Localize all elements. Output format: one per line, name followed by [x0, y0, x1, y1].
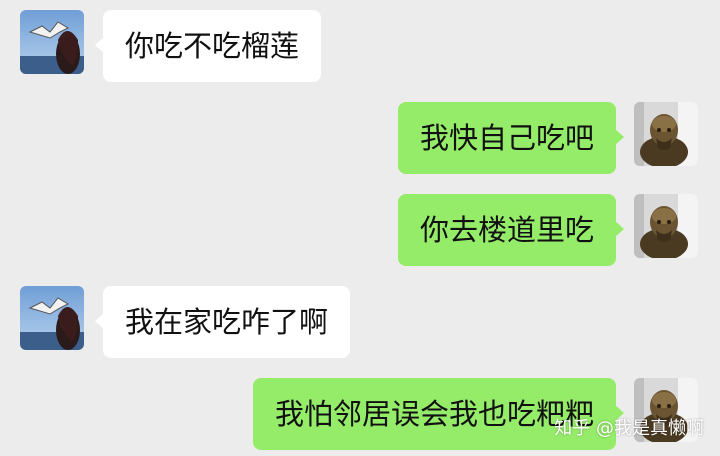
contact-avatar[interactable]	[20, 286, 84, 350]
received-message-bubble[interactable]: 我在家吃咋了啊	[95, 286, 351, 358]
bubble-tail	[615, 129, 624, 145]
message-text: 我快自己吃吧	[419, 121, 594, 155]
message-row-sent: 你去楼道里吃	[0, 194, 720, 266]
seagull-girl-avatar-icon	[20, 10, 84, 74]
message-text: 你吃不吃榴莲	[125, 29, 300, 63]
message-text: 我在家吃咋了啊	[125, 305, 329, 339]
sent-message-bubble[interactable]: 你去楼道里吃	[397, 194, 624, 266]
sent-message-bubble[interactable]: 我快自己吃吧	[397, 102, 624, 174]
message-text: 你去楼道里吃	[419, 213, 594, 247]
bubble-tail	[615, 221, 624, 237]
message-row-sent: 我快自己吃吧	[0, 102, 720, 174]
zhihu-watermark: 知乎 @我是真懒啊	[554, 418, 704, 439]
statue-avatar-icon	[634, 102, 698, 166]
seagull-girl-avatar-icon	[20, 286, 84, 350]
message-row-received: 我在家吃咋了啊	[0, 286, 720, 358]
bubble-tail	[95, 313, 104, 329]
message-row-received: 你吃不吃榴莲	[0, 10, 720, 82]
self-avatar[interactable]	[634, 102, 698, 166]
contact-avatar[interactable]	[20, 10, 84, 74]
statue-avatar-icon	[634, 194, 698, 258]
received-message-bubble[interactable]: 你吃不吃榴莲	[95, 10, 322, 82]
message-text: 我怕邻居误会我也吃粑粑	[274, 397, 594, 431]
self-avatar[interactable]	[634, 194, 698, 258]
bubble-tail	[95, 37, 104, 53]
